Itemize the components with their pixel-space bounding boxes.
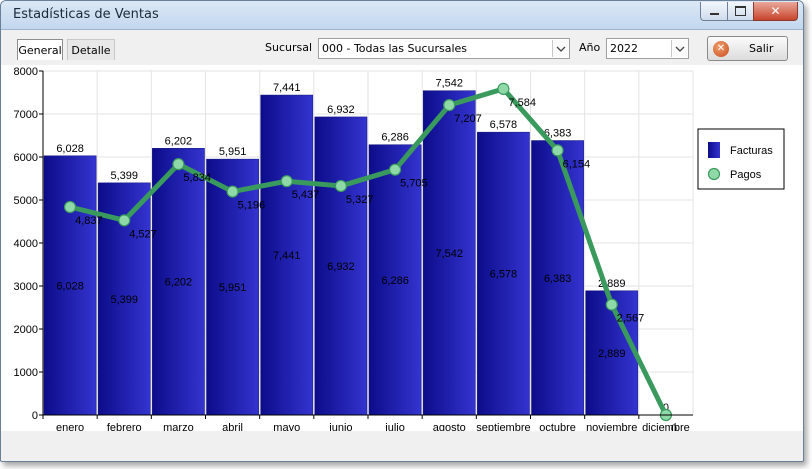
- point-pagos: [118, 214, 131, 227]
- anio-label: Año: [579, 41, 601, 54]
- legend-swatch-pagos: [707, 167, 721, 181]
- bar-top-label: 6,932: [327, 104, 355, 116]
- salir-button[interactable]: ✕ Salir: [707, 36, 788, 61]
- point-label-pagos: 5,196: [238, 200, 266, 212]
- point-label-pagos: 4,837: [75, 215, 103, 227]
- chart-legend: Facturas Pagos: [697, 128, 785, 190]
- x-tick-label: noviembre: [586, 422, 637, 431]
- bar-mid-label: 6,383: [544, 273, 572, 285]
- y-tick-label: 1000: [14, 367, 38, 379]
- x-tick-label: diciembre: [642, 422, 690, 431]
- minimize-icon: [709, 13, 719, 15]
- x-tick-label: marzo: [163, 422, 194, 431]
- sucursal-select[interactable]: 000 - Todas las Sucursales: [318, 38, 570, 59]
- bar-top-label: 6,286: [381, 132, 409, 144]
- tab-detalle[interactable]: Detalle: [67, 39, 115, 60]
- x-tick-label: junio: [328, 422, 352, 431]
- bar-mid-label: 6,578: [490, 269, 518, 281]
- point-label-pagos: 5,327: [346, 194, 374, 206]
- bar-top-label: 6,578: [490, 119, 518, 131]
- x-tick-label: julio: [384, 422, 405, 431]
- y-tick-label: 4000: [14, 238, 38, 250]
- point-pagos: [551, 144, 564, 157]
- point-pagos: [334, 179, 348, 193]
- bar-mid-label: 6,202: [165, 277, 193, 289]
- chevron-down-icon[interactable]: [552, 40, 569, 57]
- point-label-pagos: 4,527: [129, 228, 157, 240]
- y-tick-label: 8000: [14, 66, 38, 78]
- y-tick-label: 5000: [14, 195, 38, 207]
- bar-mid-label: 7,542: [435, 248, 463, 260]
- y-tick-label: 6000: [14, 152, 38, 164]
- close-window-button[interactable]: ✕: [753, 2, 798, 21]
- x-tick-label: mayo: [273, 422, 300, 431]
- point-pagos: [443, 98, 456, 112]
- bar-mid-label: 5,951: [219, 282, 247, 294]
- title-bar: Estadísticas de Ventas ✕: [1, 1, 803, 30]
- point-pagos: [388, 163, 402, 176]
- anio-select[interactable]: 2022: [606, 38, 689, 59]
- bar-mid-label: 6,932: [327, 261, 355, 273]
- y-tick-label: 0: [32, 410, 38, 422]
- y-tick-label: 3000: [14, 281, 38, 293]
- y-tick-label: 2000: [14, 324, 38, 336]
- close-icon: ✕: [770, 4, 781, 18]
- bar-top-label: 5,399: [110, 170, 138, 182]
- sucursal-label: Sucursal: [265, 41, 313, 54]
- cancel-circle-icon: ✕: [713, 40, 729, 57]
- bar-mid-label: 7,441: [273, 250, 301, 262]
- x-tick-label: octubre: [539, 422, 576, 431]
- bar-top-label: 7,542: [435, 78, 463, 90]
- chevron-down-icon[interactable]: [671, 40, 688, 57]
- point-label-pagos: 5,705: [400, 178, 428, 190]
- y-tick-label: 7000: [14, 109, 38, 121]
- sales-statistics-window: Estadísticas de Ventas ✕ General Detalle…: [0, 0, 804, 462]
- x-tick-label: abril: [222, 422, 243, 431]
- point-pagos: [63, 200, 77, 214]
- tab-general[interactable]: General: [17, 39, 63, 60]
- point-label-pagos: 6,154: [563, 158, 591, 170]
- point-label-pagos: 2,567: [617, 313, 645, 325]
- window-title: Estadísticas de Ventas: [13, 7, 159, 22]
- x-tick-label: enero: [56, 422, 84, 431]
- legend-swatch-facturas: [708, 142, 720, 158]
- sucursal-selected-value: 000 - Todas las Sucursales: [322, 42, 468, 55]
- bar-mid-label: 5,399: [110, 294, 138, 306]
- bar-mid-label: 2,889: [598, 348, 626, 360]
- sales-chart: 6,028 6,028 5,399 5,399 6,202 6,202 5,951 5,951…: [1, 65, 803, 435]
- point-label-pagos: 5,834: [183, 172, 211, 184]
- legend-label-facturas: Facturas: [730, 145, 773, 157]
- x-tick-label: septiembre: [476, 422, 530, 431]
- window-footer: [1, 431, 803, 461]
- legend-label-pagos: Pagos: [730, 169, 762, 181]
- point-pagos: [497, 82, 510, 95]
- bar-top-label: 6,028: [56, 143, 84, 155]
- point-pagos: [605, 298, 618, 311]
- chart-canvas: 6,028 6,028 5,399 5,399 6,202 6,202 5,951 5,951…: [1, 65, 803, 435]
- bar-mid-label: 6,286: [381, 275, 409, 287]
- bar-top-label: 5,951: [219, 146, 247, 158]
- maximize-icon: [735, 6, 746, 16]
- salir-label: Salir: [749, 42, 774, 55]
- anio-selected-value: 2022: [610, 42, 638, 55]
- point-label-pagos: 7,207: [454, 113, 482, 125]
- x-tick-label: agosto: [433, 422, 466, 431]
- bar-mid-label: 6,028: [56, 280, 84, 292]
- bar-top-label: 7,441: [273, 82, 301, 94]
- point-pagos: [280, 175, 293, 188]
- point-label-pagos: 7,584: [508, 97, 536, 109]
- minimize-button[interactable]: [700, 2, 728, 21]
- point-label-pagos: 5,437: [292, 189, 320, 201]
- point-pagos: [226, 185, 239, 198]
- filter-toolbar: General Detalle Sucursal 000 - Todas las…: [1, 29, 803, 65]
- point-pagos: [172, 158, 185, 171]
- bar-top-label: 6,202: [165, 135, 193, 147]
- x-tick-label: febrero: [107, 422, 142, 431]
- maximize-button[interactable]: [727, 2, 754, 21]
